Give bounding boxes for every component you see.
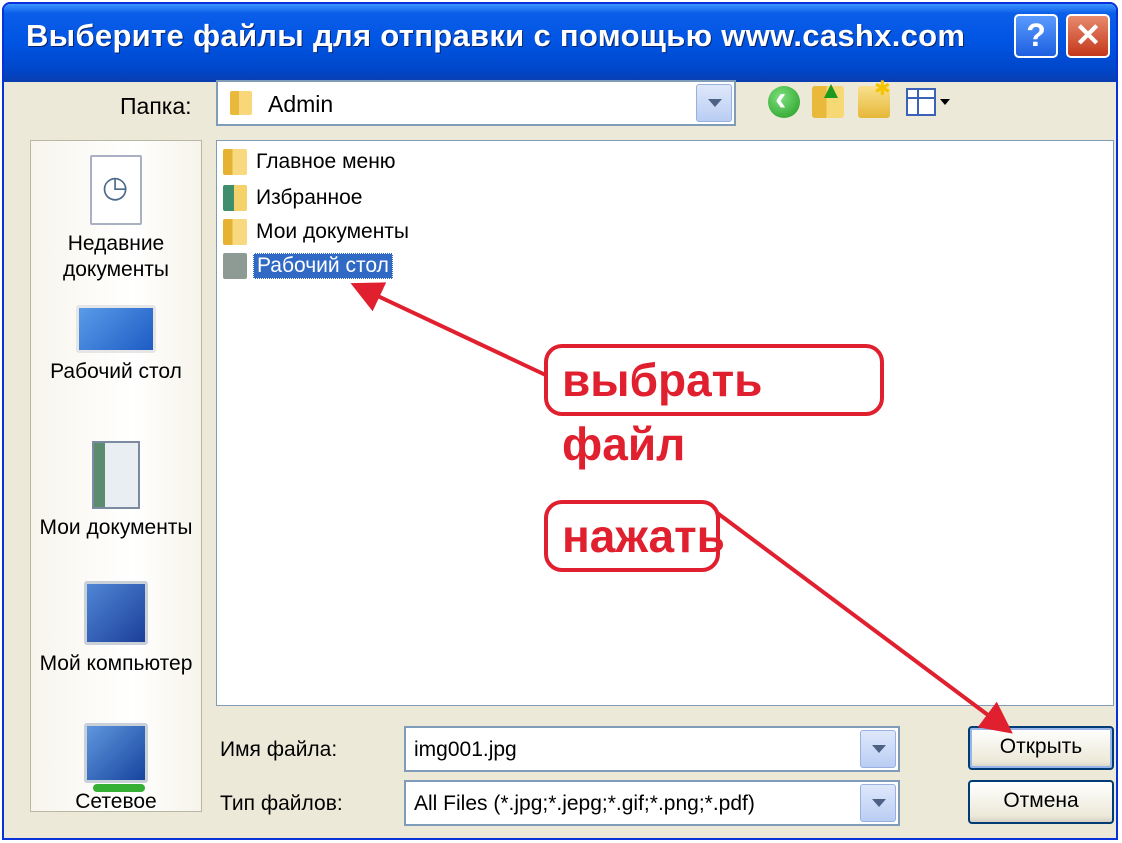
- help-button[interactable]: ?: [1014, 14, 1058, 58]
- filename-value: img001.jpg: [414, 738, 517, 761]
- filetype-value: All Files (*.jpg;*.jepg;*.gif;*.png;*.pd…: [414, 792, 755, 815]
- filetype-select[interactable]: All Files (*.jpg;*.jepg;*.gif;*.png;*.pd…: [404, 780, 900, 826]
- chevron-down-icon[interactable]: [696, 84, 732, 122]
- chevron-down-icon[interactable]: [860, 730, 896, 768]
- list-item[interactable]: Мои документы: [223, 217, 412, 247]
- annotation-press: нажать: [544, 500, 725, 572]
- place-label: Мой компьютер: [39, 652, 193, 675]
- window-title: Выберите файлы для отправки с помощью ww…: [26, 18, 966, 53]
- open-button[interactable]: Открыть: [968, 726, 1114, 770]
- new-folder-icon[interactable]: [858, 76, 891, 118]
- places-bar: Недавние документы Рабочий стол Мои доку…: [30, 140, 202, 812]
- network-icon: [84, 723, 148, 792]
- list-item[interactable]: Избранное: [223, 183, 365, 213]
- folder-icon: [223, 219, 247, 245]
- desktop-folder-icon: [223, 253, 247, 279]
- file-name: Главное меню: [256, 150, 396, 173]
- folder-icon: [223, 149, 247, 175]
- annotation-select-file: выбрать файл: [544, 344, 884, 470]
- close-button[interactable]: ✕: [1066, 14, 1110, 58]
- lookin-dropdown[interactable]: Admin: [216, 80, 736, 126]
- title-bar[interactable]: Выберите файлы для отправки с помощью ww…: [4, 4, 1116, 82]
- desktop-icon: [76, 305, 156, 353]
- views-dropdown-arrow-icon[interactable]: [940, 99, 950, 105]
- back-icon[interactable]: [768, 80, 800, 119]
- place-network[interactable]: Сетевое: [31, 723, 201, 812]
- cancel-button[interactable]: Отмена: [968, 780, 1114, 824]
- place-label: Сетевое: [75, 790, 157, 812]
- file-name: Рабочий стол: [253, 253, 393, 279]
- place-label: Рабочий стол: [50, 360, 182, 383]
- list-item[interactable]: Главное меню: [223, 147, 399, 177]
- place-desktop[interactable]: Рабочий стол: [31, 305, 201, 385]
- recent-documents-icon: [90, 155, 142, 225]
- place-label: Мои документы: [39, 516, 193, 539]
- place-my-computer[interactable]: Мой компьютер: [31, 581, 201, 677]
- folder-icon: [230, 91, 252, 115]
- place-recent-documents[interactable]: Недавние документы: [31, 155, 201, 283]
- up-folder-icon[interactable]: [812, 84, 844, 118]
- lookin-label: Папка:: [120, 93, 192, 119]
- chevron-down-icon[interactable]: [860, 784, 896, 822]
- file-name: Избранное: [256, 186, 363, 209]
- file-name: Мои документы: [256, 220, 410, 243]
- place-my-documents[interactable]: Мои документы: [31, 441, 201, 541]
- lookin-value: Admin: [268, 91, 334, 117]
- filetype-label: Тип файлов:: [220, 792, 343, 815]
- filename-field[interactable]: img001.jpg: [404, 726, 900, 772]
- views-icon[interactable]: [906, 88, 936, 116]
- my-computer-icon: [84, 581, 148, 645]
- my-documents-icon: [92, 441, 140, 509]
- list-item-selected[interactable]: Рабочий стол: [223, 251, 393, 281]
- place-label: Недавние документы: [62, 232, 170, 281]
- filename-label: Имя файла:: [220, 738, 338, 761]
- favorites-folder-icon: [223, 185, 247, 211]
